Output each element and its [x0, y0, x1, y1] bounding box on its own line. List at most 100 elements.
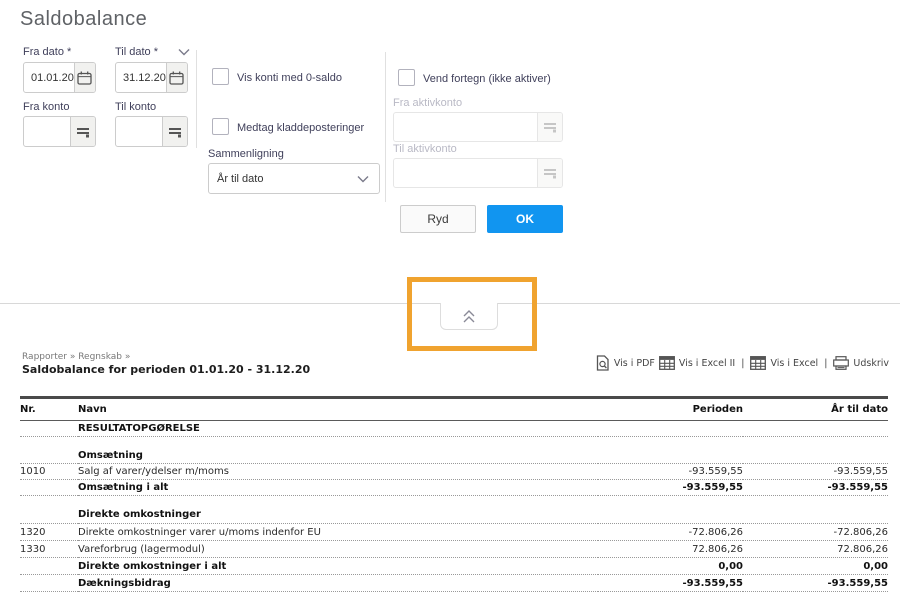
- cell-navn: RESULTATOPGØRELSE: [78, 421, 598, 437]
- cell-nr: [20, 480, 78, 496]
- cell-nr: [20, 507, 78, 524]
- cell-navn: Direkte omkostninger i alt: [78, 558, 598, 575]
- table-row: Omsætning: [20, 448, 888, 464]
- cell-ytd: -93.559,55: [743, 480, 888, 496]
- cell-nr: 1330: [20, 541, 78, 558]
- cell-navn: Vareforbrug (lagermodul): [78, 541, 598, 558]
- til-dato-field[interactable]: 31.12.20: [115, 62, 188, 93]
- view-excel-link[interactable]: Vis i Excel: [750, 356, 818, 370]
- header-ytd: År til dato: [743, 398, 888, 421]
- cell-perioden: 0,00: [598, 558, 743, 575]
- fra-aktivkonto-field: [393, 112, 563, 142]
- toolbar-separator: |: [741, 358, 744, 369]
- print-label: Udskriv: [853, 358, 889, 369]
- cell-navn: Direkte omkostninger: [78, 507, 598, 524]
- til-dato-label: Til dato *: [115, 46, 158, 58]
- table-row: 1330Vareforbrug (lagermodul)72.806,2672.…: [20, 541, 888, 558]
- ryd-button[interactable]: Ryd: [400, 205, 476, 233]
- cell-perioden: -93.559,55: [598, 575, 743, 592]
- breadcrumb[interactable]: Rapporter » Regnskab »: [22, 352, 130, 362]
- cell-nr: 1320: [20, 524, 78, 541]
- table-spacer-row: [20, 437, 888, 448]
- cell-nr: [20, 558, 78, 575]
- view-excel2-label: Vis i Excel II: [679, 358, 735, 369]
- cell-nr: [20, 421, 78, 437]
- excel-grid-icon: [750, 356, 766, 370]
- cell-ytd: -72.806,26: [743, 524, 888, 541]
- vend-fortegn-label: Vend fortegn (ikke aktiver): [423, 73, 551, 85]
- til-konto-label: Til konto: [115, 101, 156, 113]
- table-row: RESULTATOPGØRELSE: [20, 421, 888, 437]
- cell-perioden: -93.559,55: [598, 464, 743, 480]
- cell-perioden: [598, 507, 743, 524]
- balance-table: Nr. Navn Perioden År til dato RESULTATOP…: [20, 396, 888, 592]
- cell-ytd: [743, 421, 888, 437]
- cell-navn: Omsætning: [78, 448, 598, 464]
- calendar-icon[interactable]: [166, 63, 187, 92]
- cell-navn: Direkte omkostninger varer u/moms indenf…: [78, 524, 598, 541]
- account-lookup-icon: [537, 113, 562, 141]
- divider: [196, 50, 197, 148]
- cell-navn: Salg af varer/ydelser m/moms: [78, 464, 598, 480]
- cell-navn: Omsætning i alt: [78, 480, 598, 496]
- fra-dato-value[interactable]: 01.01.20: [24, 63, 74, 92]
- sammenligning-value: År til dato: [217, 173, 263, 185]
- account-lookup-icon[interactable]: [162, 117, 187, 146]
- table-row: 1320Direkte omkostninger varer u/moms in…: [20, 524, 888, 541]
- sammenligning-select[interactable]: År til dato: [208, 163, 380, 194]
- til-dato-value[interactable]: 31.12.20: [116, 63, 166, 92]
- cell-navn: Dækningsbidrag: [78, 575, 598, 592]
- table-row: Dækningsbidrag-93.559,55-93.559,55: [20, 575, 888, 592]
- saldobalance-page: Saldobalance Fra dato * Til dato * 01.01…: [0, 0, 900, 592]
- til-aktivkonto-field: [393, 158, 563, 188]
- view-pdf-label: Vis i PDF: [614, 358, 655, 369]
- table-row: Direkte omkostninger: [20, 507, 888, 524]
- account-lookup-icon[interactable]: [70, 117, 95, 146]
- page-title: Saldobalance: [20, 8, 147, 31]
- til-konto-field[interactable]: [115, 116, 188, 147]
- view-pdf-link[interactable]: Vis i PDF: [596, 355, 655, 371]
- print-link[interactable]: Udskriv: [833, 356, 889, 370]
- cell-ytd: 0,00: [743, 558, 888, 575]
- table-row: 1010Salg af varer/ydelser m/moms-93.559,…: [20, 464, 888, 480]
- vis-konti-checkbox[interactable]: [212, 68, 229, 85]
- cell-perioden: 72.806,26: [598, 541, 743, 558]
- medtag-kladde-checkbox[interactable]: [212, 118, 229, 135]
- fra-konto-field[interactable]: [23, 116, 96, 147]
- calendar-icon[interactable]: [74, 63, 95, 92]
- spacer-cell: [20, 496, 888, 507]
- cell-ytd: -93.559,55: [743, 575, 888, 592]
- collapse-filters-chevron-icon[interactable]: [178, 48, 190, 56]
- cell-perioden: [598, 448, 743, 464]
- excel-grid-icon: [659, 356, 675, 370]
- ok-button[interactable]: OK: [487, 205, 563, 233]
- report-toolbar: Vis i PDF Vis i Excel II | Vis i Excel |…: [596, 355, 889, 371]
- toolbar-separator: |: [824, 358, 827, 369]
- vis-konti-label: Vis konti med 0-saldo: [237, 72, 342, 84]
- divider: [385, 52, 386, 202]
- cell-nr: 1010: [20, 464, 78, 480]
- til-aktivkonto-label: Til aktivkonto: [393, 143, 457, 155]
- sammenligning-label: Sammenligning: [208, 148, 284, 160]
- cell-nr: [20, 448, 78, 464]
- vend-fortegn-checkbox[interactable]: [398, 69, 415, 86]
- double-chevron-up-icon: [461, 309, 477, 324]
- printer-icon: [833, 356, 849, 370]
- fra-dato-label: Fra dato *: [23, 46, 71, 58]
- table-body: RESULTATOPGØRELSE Omsætning1010Salg af va…: [20, 421, 888, 592]
- collapse-panel-button[interactable]: [440, 303, 498, 330]
- cell-ytd: -93.559,55: [743, 464, 888, 480]
- header-perioden: Perioden: [598, 398, 743, 421]
- header-nr: Nr.: [20, 398, 78, 421]
- view-excel-label: Vis i Excel: [770, 358, 818, 369]
- pdf-icon: [596, 355, 610, 371]
- view-excel2-link[interactable]: Vis i Excel II: [659, 356, 735, 370]
- cell-ytd: [743, 507, 888, 524]
- til-konto-value[interactable]: [116, 117, 162, 146]
- fra-dato-field[interactable]: 01.01.20: [23, 62, 96, 93]
- cell-perioden: -93.559,55: [598, 480, 743, 496]
- cell-perioden: -72.806,26: [598, 524, 743, 541]
- report-title: Saldobalance for perioden 01.01.20 - 31.…: [22, 363, 310, 376]
- fra-konto-value[interactable]: [24, 117, 70, 146]
- cell-ytd: [743, 448, 888, 464]
